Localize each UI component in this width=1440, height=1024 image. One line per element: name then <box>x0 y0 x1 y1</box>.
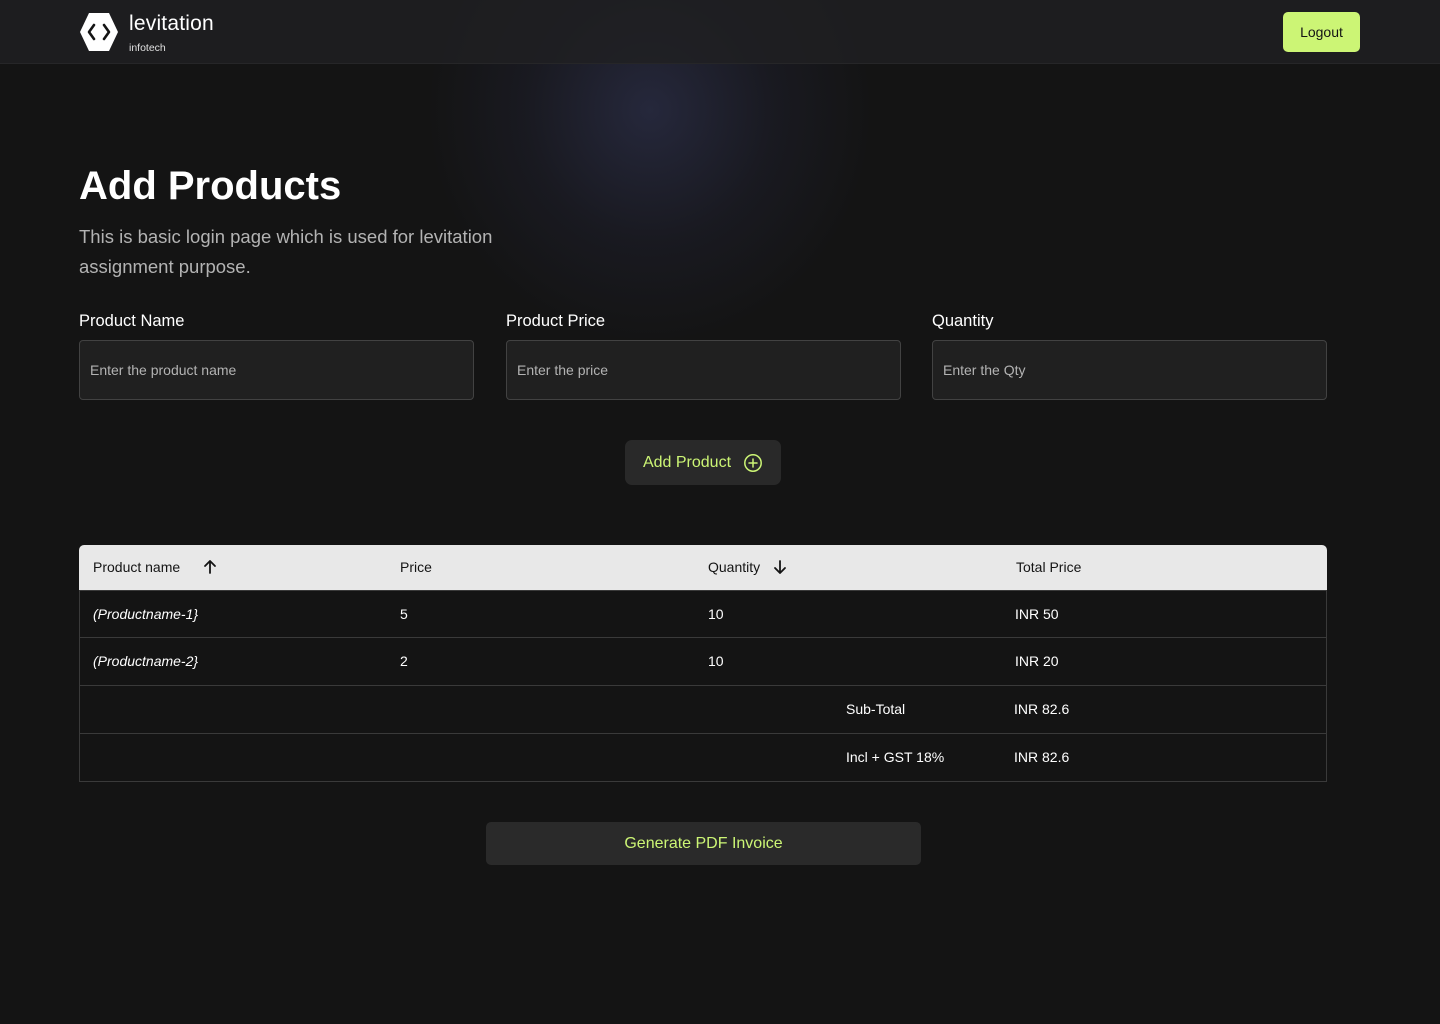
table-row: (Productname-1} 5 10 INR 50 <box>79 590 1327 638</box>
add-product-label: Add Product <box>642 453 732 471</box>
subtotal-value: INR 82.6 <box>1014 701 1070 717</box>
table-row: (Productname-2} 2 10 INR 20 <box>79 638 1327 686</box>
cell-quantity: 10 <box>708 606 724 622</box>
subtotal-label: Sub-Total <box>846 701 906 717</box>
cell-quantity: 10 <box>708 653 724 669</box>
column-header-total-price: Total Price <box>1016 559 1081 575</box>
page-subtitle: This is basic login page which is used f… <box>79 226 493 277</box>
column-label: Quantity <box>708 559 761 575</box>
product-name-field: Product Name <box>79 312 474 400</box>
product-price-field: Product Price <box>506 312 901 400</box>
column-label: Product name <box>93 559 181 575</box>
column-header-price: Price <box>400 559 432 575</box>
product-name-input[interactable] <box>79 340 474 400</box>
cell-price: 2 <box>400 653 408 669</box>
product-name-label: Product Name <box>79 312 185 330</box>
gst-label: Incl + GST 18% <box>846 749 945 765</box>
add-product-button[interactable]: Add Product <box>625 440 781 485</box>
product-price-input[interactable] <box>506 340 901 400</box>
cell-total-price: INR 20 <box>1015 653 1059 669</box>
quantity-label: Quantity <box>932 312 994 330</box>
cell-price: 5 <box>400 606 408 622</box>
products-table: Product name Price Quantity Total Price … <box>79 545 1327 782</box>
column-header-product-name[interactable]: Product name <box>93 559 218 575</box>
plus-circle-icon <box>744 453 762 472</box>
page-title: Add Products <box>79 164 342 208</box>
arrow-down-icon[interactable] <box>772 559 788 575</box>
brand-subtitle: infotech <box>129 42 166 54</box>
table-header: Product name Price Quantity Total Price <box>79 545 1327 590</box>
product-price-label: Product Price <box>506 312 606 330</box>
subtotal-row: Sub-Total INR 82.6 <box>79 686 1327 734</box>
cell-total-price: INR 50 <box>1015 606 1059 622</box>
levitation-logo-icon <box>80 13 118 51</box>
cell-product-name: (Productname-2} <box>93 653 199 669</box>
column-header-quantity[interactable]: Quantity <box>708 559 788 575</box>
gst-value: INR 82.6 <box>1014 749 1070 765</box>
column-label: Price <box>400 559 432 575</box>
cell-product-name: (Productname-1} <box>93 606 199 622</box>
arrow-up-icon[interactable] <box>202 559 218 575</box>
gst-row: Incl + GST 18% INR 82.6 <box>79 734 1327 782</box>
generate-pdf-button[interactable]: Generate PDF Invoice <box>486 822 921 865</box>
brand-name: levitation <box>129 12 214 35</box>
column-label: Total Price <box>1016 559 1082 575</box>
top-header: levitation infotech Logout <box>0 0 1440 64</box>
logout-button[interactable]: Logout <box>1283 12 1360 52</box>
quantity-input[interactable] <box>932 340 1327 400</box>
quantity-field: Quantity <box>932 312 1327 400</box>
